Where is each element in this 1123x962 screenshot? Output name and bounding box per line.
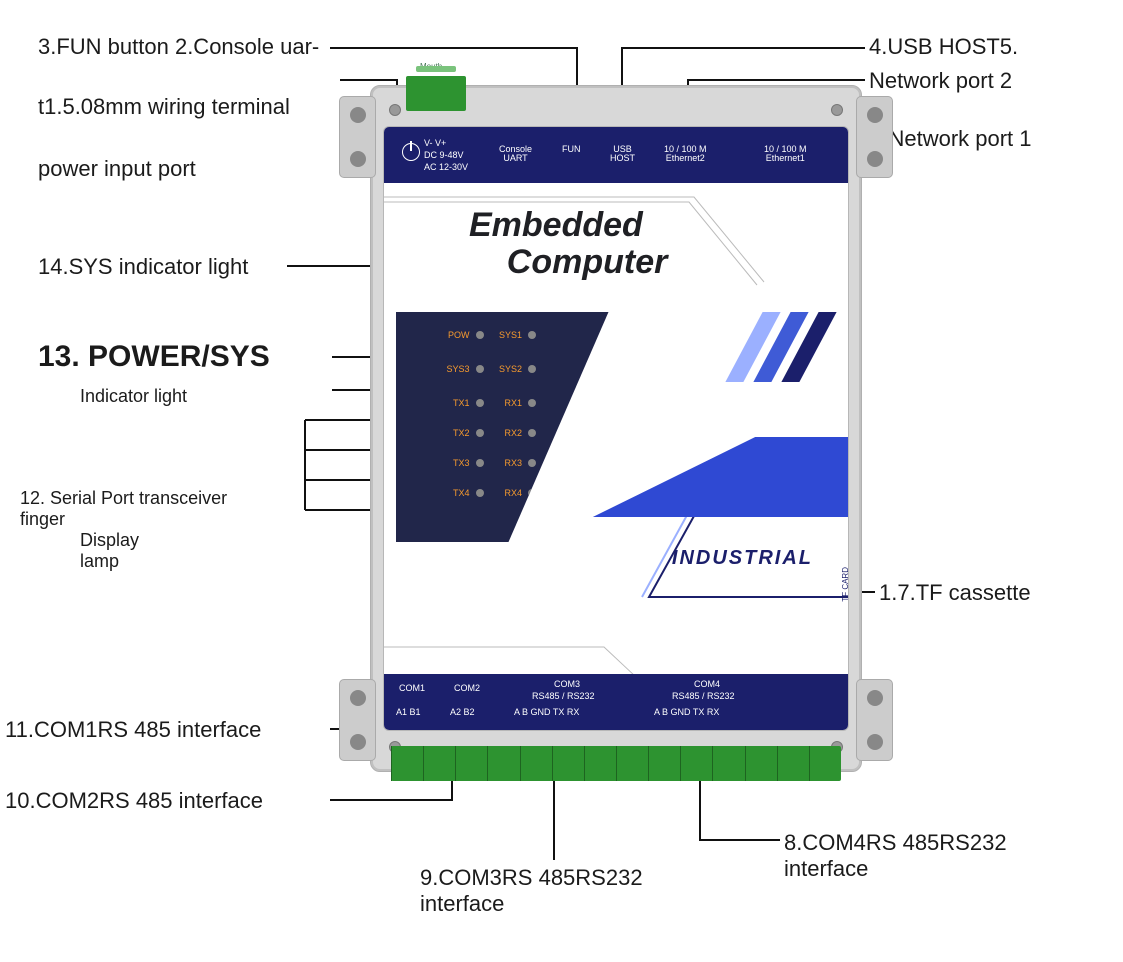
lbl-c3p: A B GND TX RX xyxy=(514,708,579,717)
mount-ear-tl xyxy=(339,96,376,178)
callout-8: 8.COM4RS 485RS232 interface xyxy=(784,830,1007,882)
led-sys1-l: SYS1 xyxy=(484,330,523,340)
lbl-com4-rs: RS485 / RS232 xyxy=(672,692,735,701)
mount-ear-tr xyxy=(856,96,893,178)
mount-ear-br xyxy=(856,679,893,761)
industrial-text: INDUSTRIAL xyxy=(672,547,813,570)
callout-3-line3: power input port xyxy=(38,156,196,182)
device-body: Mouth V- V+ DC 9-48V AC 12-30V Console U… xyxy=(370,85,862,772)
lbl-c4p: A B GND TX RX xyxy=(654,708,719,717)
faceplate: V- V+ DC 9-48V AC 12-30V Console UART FU… xyxy=(383,126,849,731)
callout-10: 10.COM2RS 485 interface xyxy=(5,788,263,814)
led-sys2-l: SYS2 xyxy=(484,364,523,374)
lbl-com4: COM4 xyxy=(694,680,720,689)
lbl-c2p: A2 B2 xyxy=(450,708,475,717)
callout-9: 9.COM3RS 485RS232 interface xyxy=(420,865,643,917)
lbl-com2: COM2 xyxy=(454,684,480,693)
lbl-com3: COM3 xyxy=(554,680,580,689)
diagram-root: { "device": { "title_line1": "Embedded",… xyxy=(0,0,1123,962)
bottom-terminal-block xyxy=(391,746,841,781)
callout-14: 14.SYS indicator light xyxy=(38,254,248,280)
callout-3-line1: 3.FUN button 2.Console uar- xyxy=(38,34,319,60)
led-rx2: RX2 xyxy=(484,428,523,438)
led-tx3: TX3 xyxy=(431,458,470,468)
mount-ear-bl xyxy=(339,679,376,761)
callout-12-line2: finger xyxy=(20,509,65,530)
label-mouth: Mouth xyxy=(420,62,442,71)
lbl-com3-rs: RS485 / RS232 xyxy=(532,692,595,701)
led-pow-l: POW xyxy=(431,330,470,340)
callout-3-line2: t1.5.08mm wiring terminal xyxy=(38,94,290,120)
callout-13: 13. POWER/SYS xyxy=(38,340,270,374)
band-bottom: COM1 COM2 COM3 RS485 / RS232 COM4 RS485 … xyxy=(384,674,848,730)
led-tx4: TX4 xyxy=(431,488,470,498)
led-tx1: TX1 xyxy=(431,398,470,408)
callout-13b: Indicator light xyxy=(80,386,187,407)
callout-12-line3: Display lamp xyxy=(80,530,139,572)
lbl-com1: COM1 xyxy=(399,684,425,693)
callout-11: 11.COM1RS 485 interface xyxy=(5,717,261,743)
callout-7: 1.7.TF cassette xyxy=(879,580,1031,606)
led-tx2: TX2 xyxy=(431,428,470,438)
callout-12-line1: 12. Serial Port transceiver xyxy=(20,488,227,509)
tf-card-label: TF CARD xyxy=(841,567,849,602)
led-rx3: RX3 xyxy=(484,458,523,468)
lbl-c1p: A1 B1 xyxy=(396,708,421,717)
top-terminal-block: Mouth xyxy=(406,76,466,111)
screw-tl xyxy=(389,104,401,116)
screw-tr xyxy=(831,104,843,116)
callout-4: 4.USB HOST5. xyxy=(869,34,1018,60)
led-sys3-l: SYS3 xyxy=(431,364,470,374)
led-rx4: RX4 xyxy=(484,488,523,498)
callout-5: Network port 2 xyxy=(869,68,1012,94)
led-rx1: RX1 xyxy=(484,398,523,408)
